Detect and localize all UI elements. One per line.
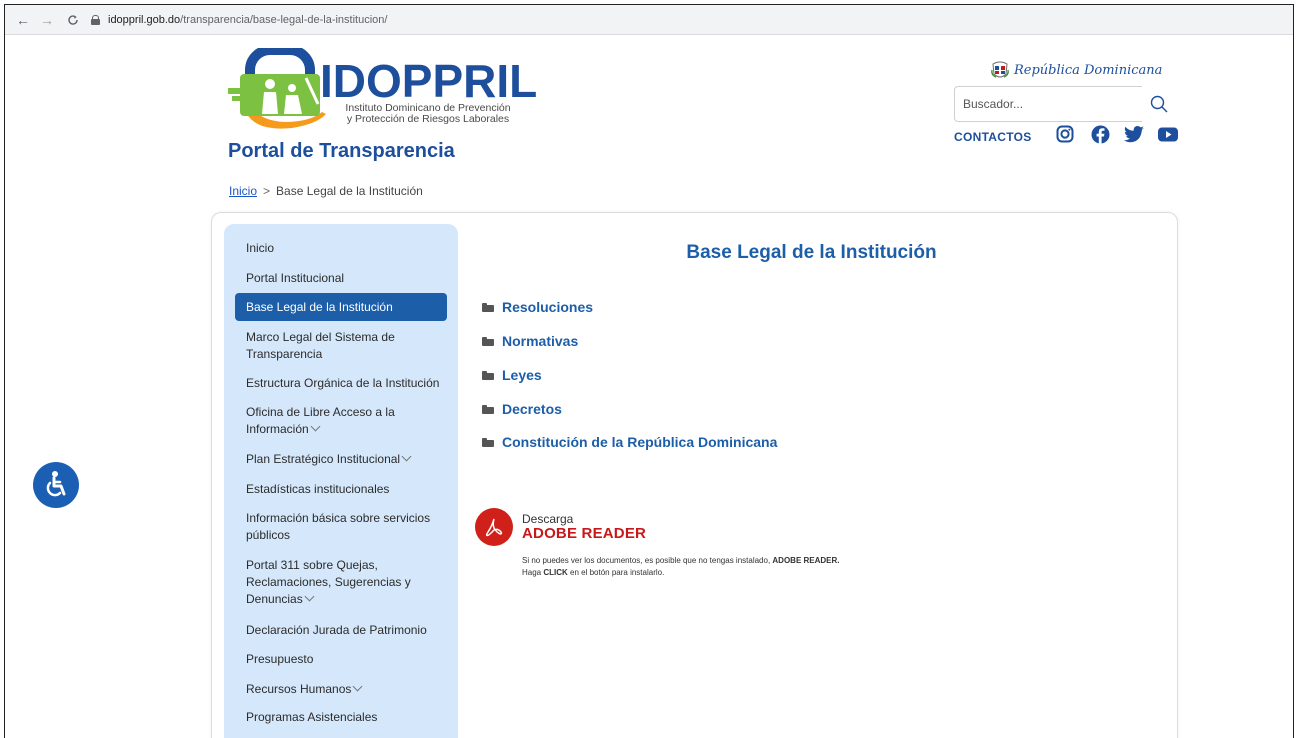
forward-arrow-icon[interactable]: → bbox=[37, 10, 57, 30]
folder-link-constitucion[interactable]: Constitución de la República Dominicana bbox=[482, 434, 777, 450]
sidebar-item-informacion-basica[interactable]: Información básica sobre servicios públi… bbox=[235, 510, 440, 544]
sidebar-item-label: Marco Legal del Sistema de Transparencia bbox=[246, 330, 395, 361]
folder-label: Decretos bbox=[502, 401, 562, 417]
adobe-note-text: en el botón para instalarlo. bbox=[567, 568, 665, 577]
sidebar-item-label: Plan Estratégico Institucional bbox=[246, 452, 401, 466]
folder-link-decretos[interactable]: Decretos bbox=[482, 401, 562, 417]
sidebar-item-label: Información básica sobre servicios públi… bbox=[246, 511, 431, 542]
republica-dominicana-logo[interactable]: República Dominicana bbox=[990, 60, 1162, 80]
sidebar-item-label: Portal Institucional bbox=[246, 271, 345, 285]
breadcrumb: Inicio > Base Legal de la Institución bbox=[229, 184, 423, 198]
sidebar-item-label: Declaración Jurada de Patrimonio bbox=[246, 623, 427, 637]
lock-icon bbox=[91, 15, 100, 25]
sidebar-item-label: Recursos Humanos bbox=[246, 682, 352, 696]
folder-label: Resoluciones bbox=[502, 299, 594, 315]
twitter-icon[interactable] bbox=[1124, 124, 1144, 144]
breadcrumb-home-link[interactable]: Inicio bbox=[229, 184, 257, 198]
sidebar-item-estadisticas[interactable]: Estadísticas institucionales bbox=[235, 481, 447, 498]
sidebar-item-portal-311[interactable]: Portal 311 sobre Quejas, Reclamaciones, … bbox=[235, 557, 415, 608]
search-button[interactable] bbox=[1142, 86, 1176, 122]
sidebar-item-estructura-organica[interactable]: Estructura Orgánica de la Institución bbox=[235, 375, 447, 392]
sidebar-item-inicio[interactable]: Inicio bbox=[235, 240, 447, 257]
sidebar-item-label: Oficina de Libre Acceso a la Información bbox=[246, 405, 395, 436]
adobe-note-text: Haga bbox=[522, 568, 544, 577]
folder-icon bbox=[482, 302, 494, 312]
chevron-down-icon bbox=[304, 591, 315, 602]
url-host: idoppril.gob.do bbox=[108, 13, 181, 26]
breadcrumb-current: Base Legal de la Institución bbox=[276, 184, 423, 198]
sidebar-item-label: Base Legal de la Institución bbox=[246, 299, 393, 314]
logo-title: IDOPPRIL bbox=[320, 55, 538, 107]
sidebar-item-programas-asistenciales[interactable]: Programas Asistenciales bbox=[235, 709, 447, 726]
search-placeholder: Buscador... bbox=[963, 97, 1024, 111]
sidebar-item-base-legal[interactable]: Base Legal de la Institución bbox=[235, 293, 447, 321]
reload-icon[interactable] bbox=[63, 10, 83, 30]
sidebar-item-marco-legal[interactable]: Marco Legal del Sistema de Transparencia bbox=[235, 329, 425, 363]
adobe-reader-label[interactable]: ADOBE READER bbox=[522, 525, 646, 542]
sidebar-item-oficina-libre-acceso[interactable]: Oficina de Libre Acceso a la Información bbox=[235, 404, 405, 438]
adobe-download-label[interactable]: Descarga bbox=[522, 512, 573, 526]
folder-label: Leyes bbox=[502, 367, 542, 383]
chevron-down-icon bbox=[352, 681, 363, 692]
logo-subtitle: Instituto Dominicano de Prevención y Pro… bbox=[328, 103, 528, 125]
folder-link-normativas[interactable]: Normativas bbox=[482, 333, 578, 349]
contactos-link[interactable]: CONTACTOS bbox=[954, 130, 1032, 144]
search-input[interactable]: Buscador... bbox=[954, 86, 1142, 122]
folder-icon bbox=[482, 437, 494, 447]
youtube-icon[interactable] bbox=[1158, 124, 1178, 144]
instagram-icon[interactable] bbox=[1055, 124, 1075, 144]
breadcrumb-separator: > bbox=[263, 184, 271, 198]
logo-subtitle-line: y Protección de Riesgos Laborales bbox=[346, 113, 510, 125]
address-bar[interactable]: idoppril.gob.do/transparencia/base-legal… bbox=[91, 9, 387, 31]
sidebar-item-declaracion-jurada[interactable]: Declaración Jurada de Patrimonio bbox=[235, 622, 447, 639]
folder-label: Normativas bbox=[502, 333, 579, 349]
back-arrow-icon[interactable]: ← bbox=[13, 10, 33, 30]
sidebar-item-plan-estrategico[interactable]: Plan Estratégico Institucional bbox=[235, 451, 447, 468]
chevron-down-icon bbox=[310, 421, 321, 432]
wheelchair-icon bbox=[46, 471, 66, 497]
sidebar-item-label: Programas Asistenciales bbox=[246, 710, 378, 724]
folder-icon bbox=[482, 370, 494, 380]
facebook-icon[interactable] bbox=[1090, 124, 1110, 144]
search-icon bbox=[1150, 95, 1168, 113]
folder-link-leyes[interactable]: Leyes bbox=[482, 367, 542, 383]
browser-toolbar: ← → idoppril.gob.do/transparencia/base-l… bbox=[5, 5, 1293, 35]
adobe-note-bold: CLICK bbox=[543, 568, 568, 577]
coat-of-arms-icon bbox=[991, 61, 1009, 78]
sidebar-item-label: Estructura Orgánica de la Institución bbox=[246, 376, 440, 390]
adobe-pdf-icon bbox=[485, 518, 503, 537]
sidebar-item-label: Portal 311 sobre Quejas, Reclamaciones, … bbox=[246, 558, 411, 606]
folder-label: Constitución de la República Dominicana bbox=[502, 434, 778, 450]
sidebar-item-label: Presupuesto bbox=[246, 652, 314, 666]
url-path: /transparencia/base-legal-de-la-instituc… bbox=[180, 13, 388, 26]
page-title: Base Legal de la Institución bbox=[686, 242, 937, 263]
sidebar-item-label: Estadísticas institucionales bbox=[246, 482, 390, 496]
folder-icon bbox=[482, 404, 494, 414]
adobe-note-line-2: Haga CLICK en el botón para instalarlo. bbox=[522, 567, 840, 579]
adobe-note-bold: ADOBE READER. bbox=[772, 556, 840, 565]
folder-icon bbox=[482, 336, 494, 346]
adobe-note-text: Si no puedes ver los documentos, es posi… bbox=[522, 556, 773, 565]
adobe-note: Si no puedes ver los documentos, es posi… bbox=[522, 555, 840, 579]
sidebar-item-presupuesto[interactable]: Presupuesto bbox=[235, 651, 447, 668]
folder-link-resoluciones[interactable]: Resoluciones bbox=[482, 299, 593, 315]
sidebar-item-portal-institucional[interactable]: Portal Institucional bbox=[235, 270, 447, 287]
portal-title[interactable]: Portal de Transparencia bbox=[228, 140, 455, 163]
republica-dominicana-text: República Dominicana bbox=[1014, 62, 1163, 78]
adobe-note-line-1: Si no puedes ver los documentos, es posi… bbox=[522, 555, 840, 567]
chevron-down-icon bbox=[401, 451, 412, 462]
sidebar-item-recursos-humanos[interactable]: Recursos Humanos bbox=[235, 681, 447, 698]
accessibility-button[interactable] bbox=[33, 462, 79, 508]
adobe-reader-download-button[interactable] bbox=[475, 508, 513, 546]
sidebar-item-label: Inicio bbox=[246, 241, 275, 255]
